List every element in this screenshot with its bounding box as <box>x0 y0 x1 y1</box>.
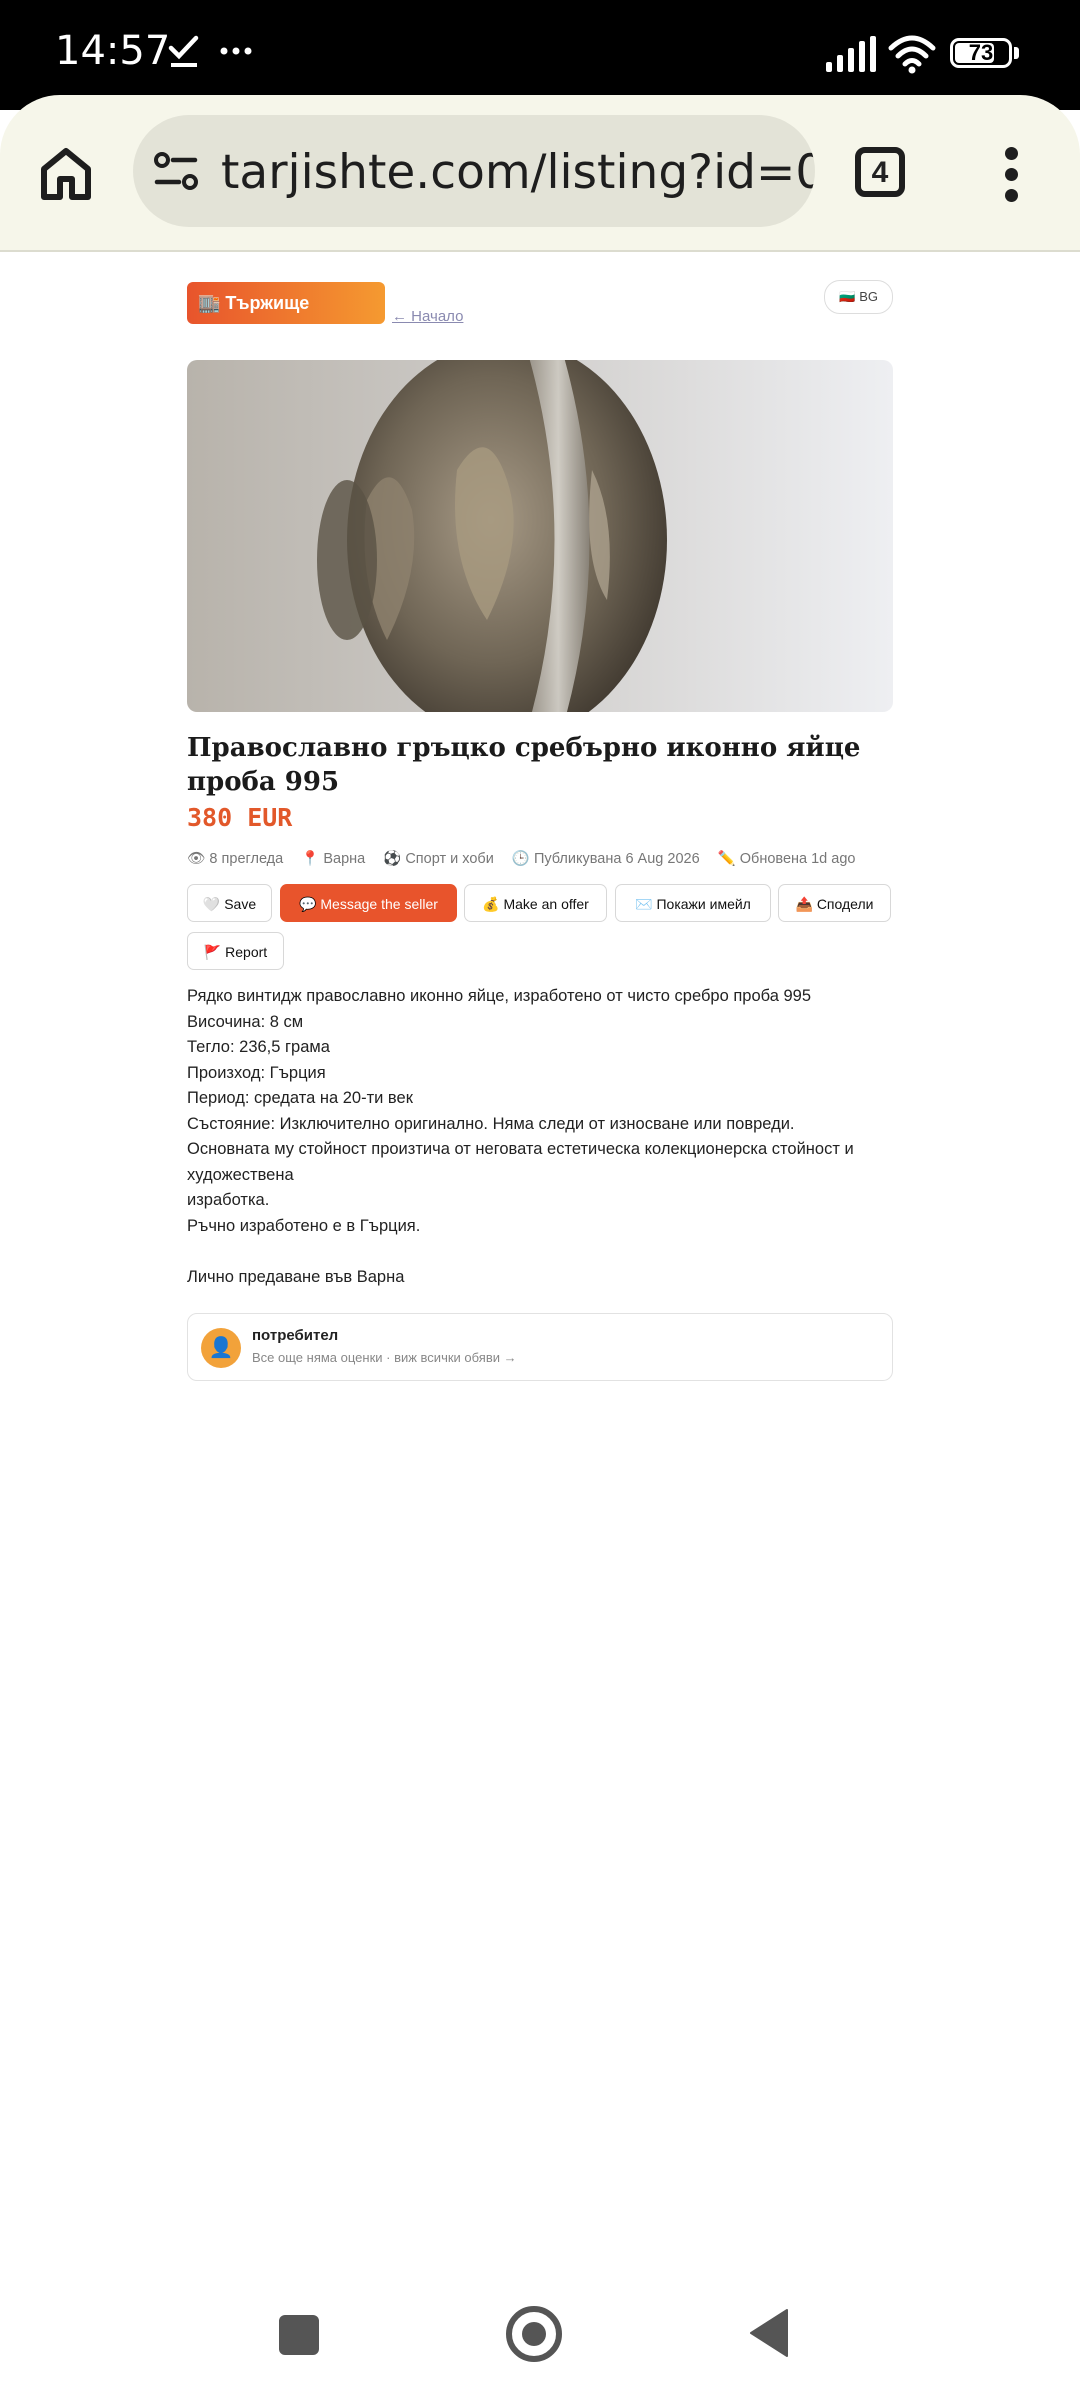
updated-date: ✏️ Обновена 1d ago <box>717 851 856 867</box>
message-seller-button[interactable]: 💬 Message the seller <box>280 884 457 922</box>
seller-card[interactable]: 👤 потребител Все още няма оценки · виж в… <box>187 1313 893 1381</box>
listing-photo[interactable] <box>187 360 893 712</box>
home-icon[interactable] <box>36 143 96 203</box>
description-line: Основната му стойност произтича от негов… <box>187 1140 854 1184</box>
listing-description: Рядко винтидж православно иконно яйце, и… <box>187 984 893 1290</box>
description-line: изработка. <box>187 1191 270 1209</box>
report-button[interactable]: 🚩 Report <box>187 932 284 970</box>
make-offer-button[interactable]: 💰 Make an offer <box>464 884 607 922</box>
recents-icon[interactable] <box>279 2315 319 2355</box>
published-date: 🕒 Публикувана 6 Aug 2026 <box>511 851 700 867</box>
home-circle-icon[interactable] <box>506 2306 562 2362</box>
description-line: Период: средата на 20-ти век <box>187 1089 413 1107</box>
category: ⚽ Спорт и хоби <box>383 851 494 867</box>
back-icon[interactable] <box>749 2308 789 2358</box>
description-line: Произход: Гърция <box>187 1063 326 1082</box>
location: 📍 Варна <box>301 851 366 867</box>
site-logo[interactable]: 🏬 Тържище <box>187 282 385 324</box>
description-line: Тегло: 236,5 грама <box>187 1038 330 1056</box>
battery-icon: 73 <box>950 38 1012 68</box>
status-bar: 14:57 73 <box>0 0 1080 110</box>
address-bar[interactable]: tarjishte.com/listing?id=01238 <box>133 115 815 227</box>
wifi-icon <box>888 35 936 74</box>
description-line: Ръчно изработено е в Гърция. <box>187 1216 421 1235</box>
listing-price: 380 EUR <box>187 803 293 832</box>
status-time: 14:57 <box>55 28 171 74</box>
signal-icon <box>826 36 876 72</box>
menu-icon[interactable] <box>1003 147 1019 202</box>
description-line <box>187 1239 893 1265</box>
listing-meta: 👁 8 прегледа 📍 Варна ⚽ Спорт и хоби 🕒 Пу… <box>187 850 893 867</box>
show-email-button[interactable]: ✉️ Покажи имейл <box>615 884 771 922</box>
listing-title: Православно гръцко сребърно иконно яйце … <box>187 733 861 797</box>
battery-level: 73 <box>968 40 994 65</box>
views-count: 👁 8 прегледа <box>187 851 284 867</box>
language-switch[interactable]: 🇧🇬 BG <box>824 280 893 314</box>
seller-subtitle[interactable]: Все още няма оценки · виж всички обяви → <box>252 1350 517 1365</box>
description-line: Лично предаване във Варна <box>187 1267 405 1286</box>
check-icon <box>168 35 199 67</box>
url-text: tarjishte.com/listing?id=01238 <box>221 145 815 200</box>
description-line: Рядко винтидж православно иконно яйце, и… <box>187 987 812 1005</box>
description-line: Състояние: Изключително оригинално. Няма… <box>187 1114 795 1133</box>
save-button[interactable]: 🤍 Save <box>187 884 272 922</box>
more-dots-icon <box>220 47 252 55</box>
avatar: 👤 <box>201 1328 241 1368</box>
share-button[interactable]: 📤 Сподели <box>778 884 891 922</box>
description-line: Височина: 8 см <box>187 1012 304 1031</box>
home-link[interactable]: ← Начало <box>392 308 463 325</box>
site-settings-icon[interactable] <box>153 151 199 191</box>
seller-name[interactable]: потребител <box>252 1327 338 1344</box>
battery-tip <box>1014 47 1019 59</box>
silver-egg-image <box>187 360 893 712</box>
tabs-icon[interactable]: 4 <box>855 147 905 197</box>
browser-toolbar: tarjishte.com/listing?id=01238 4 <box>0 95 1080 252</box>
